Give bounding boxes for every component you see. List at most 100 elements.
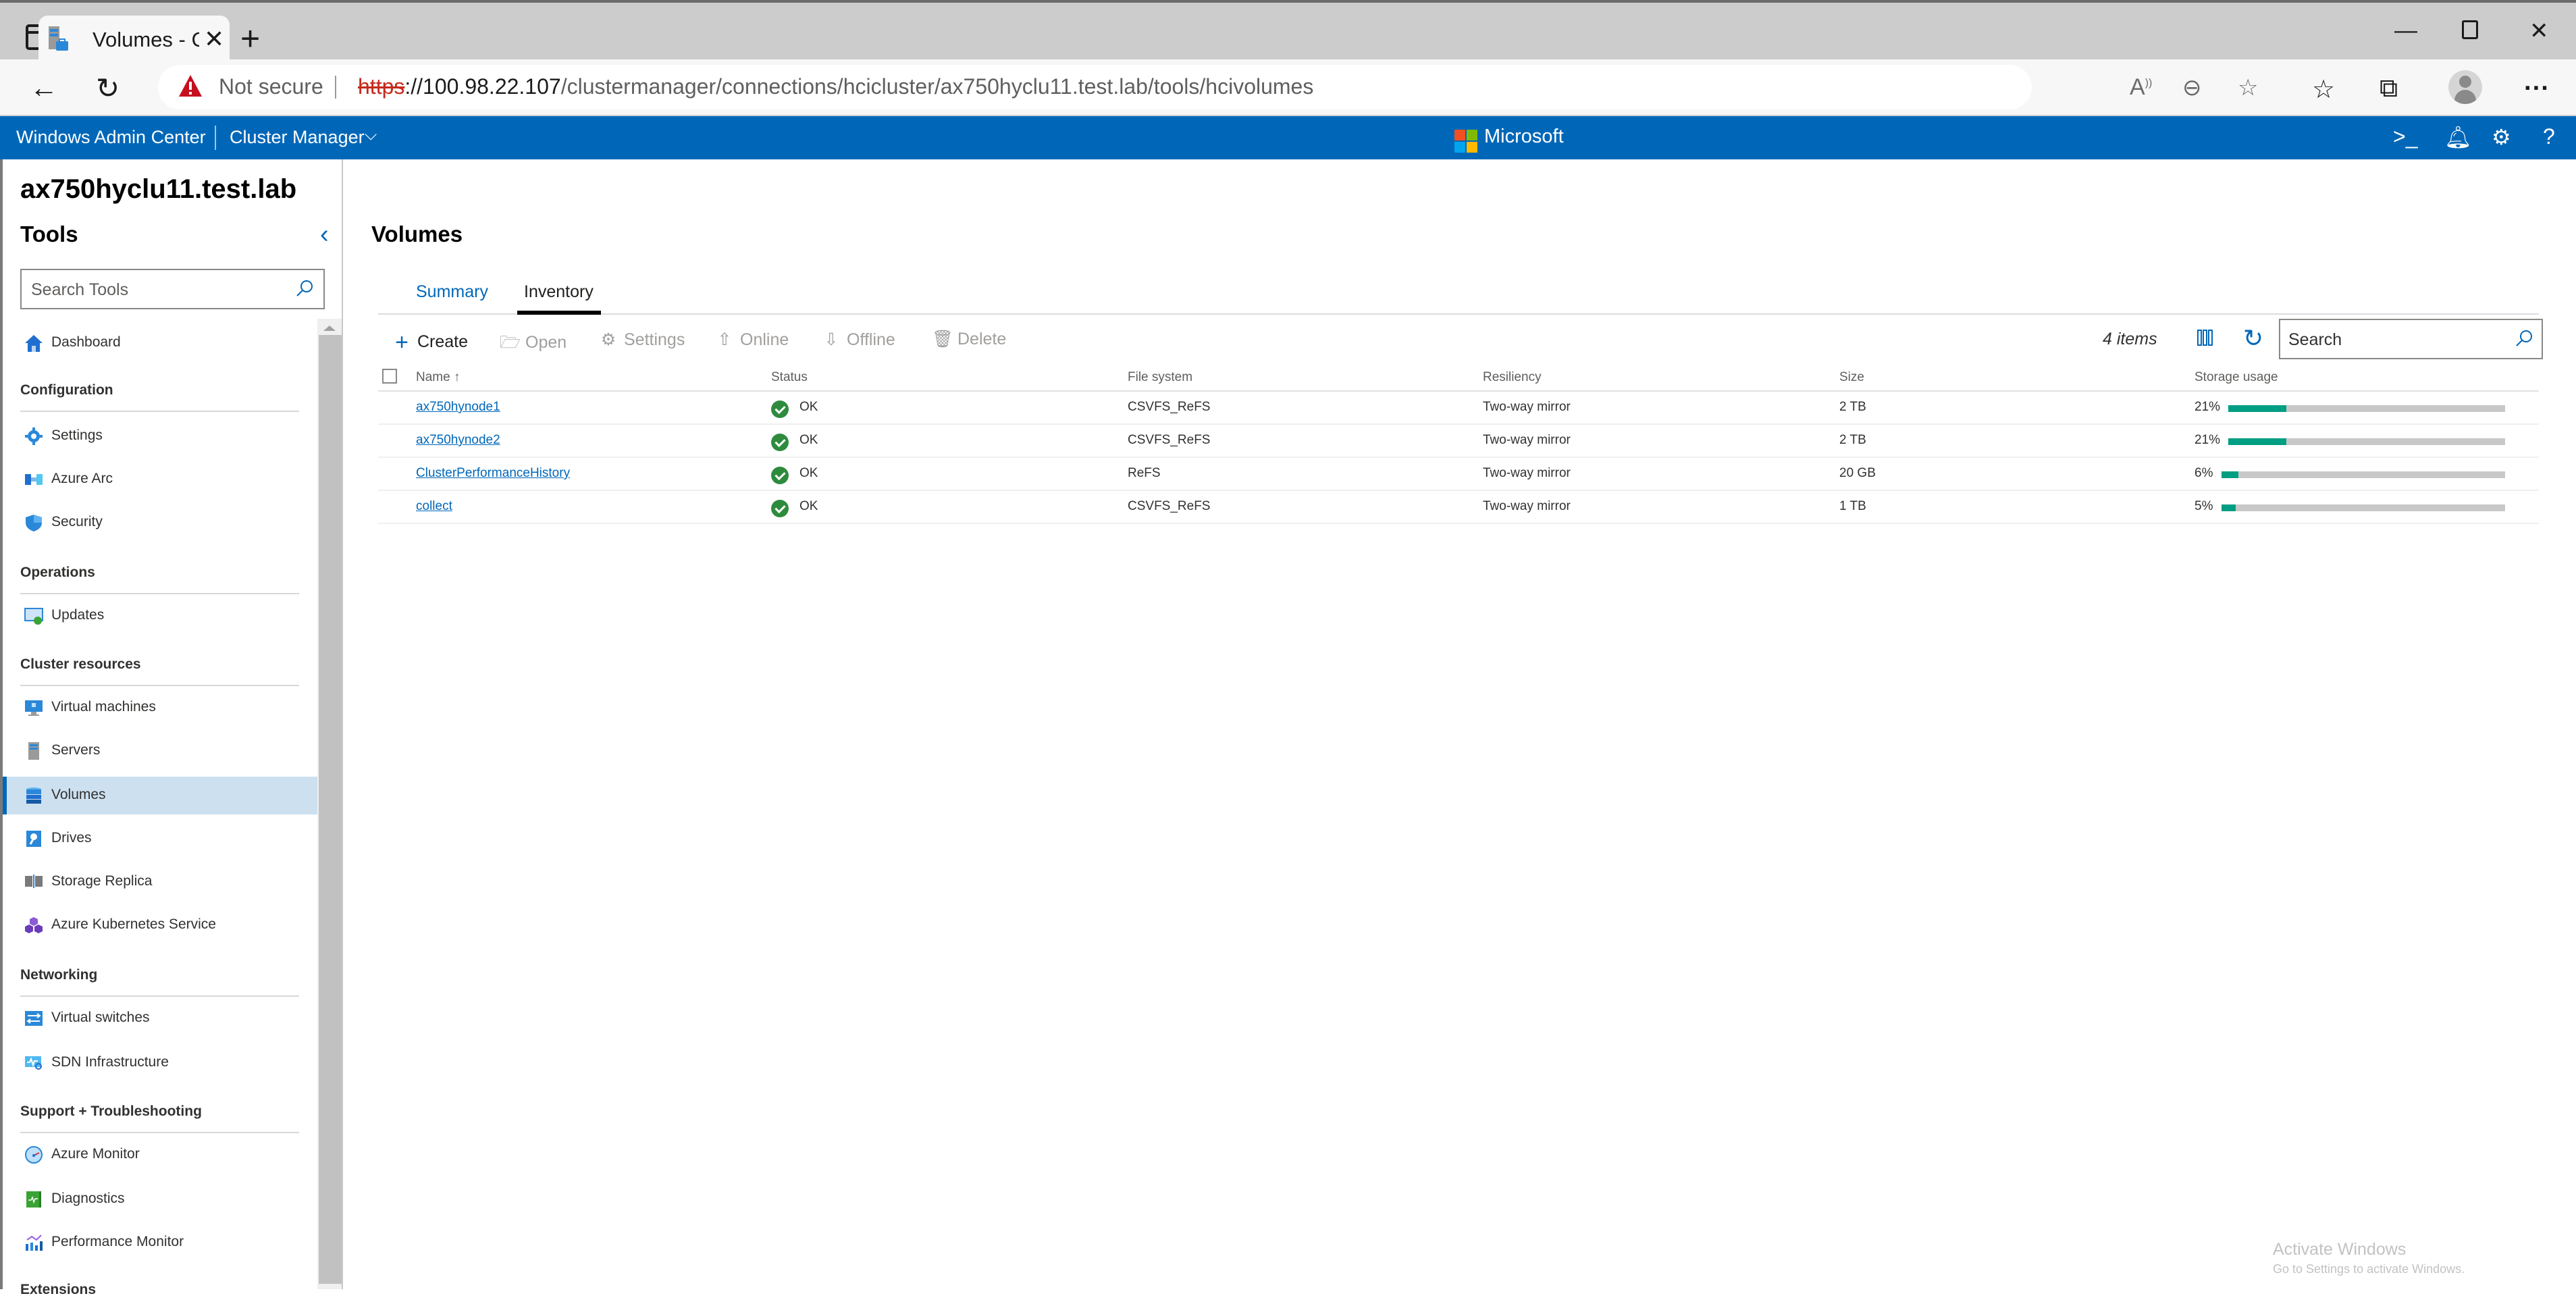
open-button[interactable]: 🗁︎ Open	[500, 330, 567, 359]
sidebar-item-diagnostics[interactable]: Diagnostics	[3, 1180, 317, 1218]
sidebar-item-drives[interactable]: Drives	[3, 820, 317, 858]
nav-section-configuration: Configuration	[20, 382, 113, 398]
gear-icon: ⚙	[600, 330, 616, 349]
tab-inventory[interactable]: Inventory	[524, 282, 594, 302]
gear-icon	[25, 427, 43, 445]
notifications-icon[interactable]: 🔔︎	[2444, 124, 2472, 150]
sidebar-item-sdn-infrastructure[interactable]: SDN Infrastructure	[3, 1044, 317, 1082]
column-header-storage-usage[interactable]: Storage usage	[2194, 370, 2278, 385]
status-ok-icon	[771, 467, 789, 484]
collapse-sidebar-icon[interactable]: ‹	[320, 220, 329, 249]
refresh-icon[interactable]: ↻	[2243, 324, 2263, 353]
column-header-status[interactable]: Status	[771, 370, 808, 385]
sidebar-item-label: Drives	[51, 830, 92, 846]
sidebar-item-virtual-switches[interactable]: Virtual switches	[3, 1000, 317, 1037]
column-header-name[interactable]: Name ↑	[416, 370, 460, 385]
new-tab-icon[interactable]: +	[240, 19, 260, 58]
sidebar-item-dashboard[interactable]: Dashboard	[3, 324, 317, 362]
sidebar-item-settings[interactable]: Settings	[3, 417, 317, 455]
grid-search-input[interactable]	[2288, 327, 2504, 353]
sidebar-item-servers[interactable]: Servers	[3, 732, 317, 770]
tools-search-input[interactable]	[31, 277, 288, 303]
powershell-icon[interactable]: >_	[2393, 124, 2417, 149]
settings-icon[interactable]: ⚙	[2492, 124, 2511, 150]
profile-avatar[interactable]	[2448, 70, 2482, 104]
table-row[interactable]: ax750hynode2 OK CSVFS_ReFS Two-way mirror 2 …	[378, 425, 2539, 458]
sidebar-item-label: SDN Infrastructure	[51, 1054, 169, 1070]
tab-title: Volumes - Cluster Manager - Win	[93, 28, 199, 51]
refresh-icon[interactable]: ↻	[96, 72, 120, 105]
volume-name-link[interactable]: ax750hynode2	[416, 433, 500, 448]
select-all-checkbox[interactable]	[382, 369, 397, 384]
diagnostics-icon	[26, 1191, 41, 1208]
add-favorite-icon[interactable]: ☆	[2238, 74, 2258, 101]
column-header-resiliency[interactable]: Resiliency	[1483, 370, 1542, 385]
sidebar-item-azure-kubernetes-service[interactable]: Azure Kubernetes Service	[3, 906, 317, 944]
sidebar-scrollbar[interactable]	[317, 319, 342, 1289]
sidebar-item-volumes[interactable]: Volumes	[3, 777, 317, 814]
volume-name-link[interactable]: ClusterPerformanceHistory	[416, 466, 570, 481]
tools-search[interactable]	[20, 269, 325, 309]
offline-button[interactable]: ⇩ Offline	[821, 330, 895, 350]
settings-label: Settings	[624, 330, 685, 349]
search-icon[interactable]	[2515, 330, 2533, 347]
microsoft-logo-icon	[1454, 130, 1477, 153]
sidebar-item-azure-arc[interactable]: Azure Arc	[3, 461, 317, 498]
sidebar-item-security[interactable]: Security	[3, 504, 317, 542]
nav-section-operations: Operations	[20, 565, 95, 580]
grid-search[interactable]	[2279, 319, 2543, 359]
close-tab-icon[interactable]: ✕	[204, 25, 224, 53]
url-text[interactable]: https://100.98.22.107/clustermanager/con…	[358, 74, 1313, 99]
collections-icon[interactable]: ⧉	[2380, 74, 2398, 103]
settings-button[interactable]: ⚙ Settings	[598, 330, 685, 350]
chevron-down-icon[interactable]: ⌵	[365, 126, 377, 145]
sidebar-item-updates[interactable]: Updates	[3, 597, 317, 635]
sidebar-item-storage-replica[interactable]: Storage Replica	[3, 863, 317, 901]
address-bar[interactable]: Not secure https://100.98.22.107/cluster…	[158, 65, 2258, 109]
zoom-out-icon[interactable]: ⊖	[2182, 74, 2202, 101]
create-button[interactable]: + Create	[392, 330, 468, 356]
column-picker-icon[interactable]	[2197, 330, 2215, 347]
activation-watermark: Activate Windows Go to Settings to activ…	[2273, 1240, 2465, 1276]
search-icon[interactable]	[296, 280, 313, 297]
more-icon[interactable]: ···	[2524, 74, 2550, 103]
column-header-file-system[interactable]: File system	[1128, 370, 1192, 385]
volume-name-link[interactable]: collect	[416, 499, 452, 514]
sidebar-item-azure-monitor[interactable]: Azure Monitor	[3, 1136, 317, 1174]
browser-tab[interactable]: Volumes - Cluster Manager - Win ✕	[38, 16, 230, 62]
tab-summary[interactable]: Summary	[416, 282, 488, 302]
grid-body: ax750hynode1 OK CSVFS_ReFS Two-way mirror 2 …	[378, 392, 2539, 524]
table-row[interactable]: ax750hynode1 OK CSVFS_ReFS Two-way mirror 2 …	[378, 392, 2539, 425]
resiliency-cell: Two-way mirror	[1483, 433, 1571, 447]
maximize-icon[interactable]	[2462, 20, 2478, 39]
status-text: OK	[799, 466, 818, 480]
sidebar-item-virtual-machines[interactable]: Virtual machines	[3, 689, 317, 727]
volume-name-link[interactable]: ax750hynode1	[416, 400, 500, 415]
column-header-size[interactable]: Size	[1839, 370, 1864, 385]
app-brand[interactable]: Windows Admin Center	[16, 127, 206, 148]
usage-percent: 21%	[2194, 400, 2221, 414]
usage-bar-fill	[2228, 405, 2287, 412]
table-row[interactable]: ClusterPerformanceHistory OK ReFS Two-way m…	[378, 458, 2539, 491]
help-icon[interactable]: ?	[2543, 124, 2555, 149]
sidebar-item-label: Diagnostics	[51, 1191, 125, 1206]
read-aloud-icon[interactable]: A))	[2130, 74, 2152, 101]
delete-button[interactable]: 🗑︎ Delete	[932, 330, 1006, 349]
status-ok-icon	[771, 500, 789, 517]
minimize-icon[interactable]: —	[2394, 18, 2417, 44]
usage-bar-fill	[2228, 438, 2287, 445]
online-button[interactable]: ⇧ Online	[714, 330, 789, 350]
back-arrow-icon[interactable]: ←	[30, 72, 58, 104]
sidebar-item-performance-monitor[interactable]: Performance Monitor	[3, 1224, 317, 1262]
security-status[interactable]: Not secure	[219, 74, 323, 99]
column-name-label: Name	[416, 370, 450, 384]
usage-bar-fill	[2222, 471, 2239, 478]
scrollbar-thumb[interactable]	[319, 335, 342, 1284]
close-window-icon[interactable]: ✕	[2529, 18, 2549, 45]
url-scheme: https	[358, 74, 405, 99]
table-row[interactable]: collect OK CSVFS_ReFS Two-way mirror 1 TB 5%	[378, 491, 2539, 524]
favorites-icon[interactable]: ☆	[2312, 74, 2335, 105]
scroll-up-arrow-icon[interactable]	[323, 326, 336, 331]
app-switcher[interactable]: Cluster Manager	[230, 127, 365, 148]
arrow-down-circle-icon: ⇩	[824, 330, 839, 349]
